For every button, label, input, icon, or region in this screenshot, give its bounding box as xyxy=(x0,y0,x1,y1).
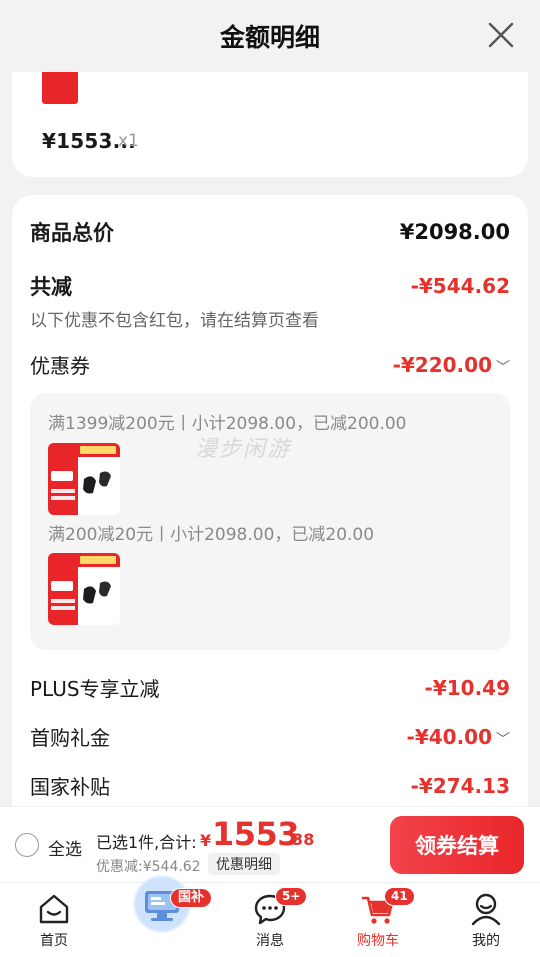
home-icon xyxy=(39,894,69,924)
coupon-product-thumbnail[interactable] xyxy=(48,553,120,625)
tab-cart[interactable]: 41 购物车 xyxy=(338,883,418,957)
total-reduce-value: -¥544.62 xyxy=(410,274,510,298)
discount-label: 国家补贴 xyxy=(30,775,110,799)
page-title: 金额明细 xyxy=(219,23,320,52)
total-reduce-row: 共减 -¥544.62 xyxy=(30,271,510,301)
total-price-row: 商品总价 ¥2098.00 xyxy=(30,217,510,247)
chevron-down-icon[interactable]: ﹀ xyxy=(496,732,510,748)
discount-row-subsidy: 国家补贴 -¥274.13 xyxy=(30,771,510,800)
tab-home[interactable]: 首页 xyxy=(14,883,94,957)
product-quantity: x1 xyxy=(118,131,139,151)
discount-label: PLUS专享立减 xyxy=(30,677,160,701)
coupon-amount: -¥220.00 xyxy=(392,352,492,377)
total-price-value: ¥2098.00 xyxy=(399,220,510,244)
sheet-header: 金额明细 xyxy=(0,0,540,72)
tab-label: 消息 xyxy=(256,933,284,949)
message-badge: 5+ xyxy=(275,887,308,906)
subsidy-badge: 国补 xyxy=(170,888,213,908)
coupon-value: -¥220.00 ﹀ xyxy=(393,353,510,377)
coupon-product-thumbnail[interactable] xyxy=(48,443,120,515)
discount-value: -¥10.49 xyxy=(424,675,510,700)
discount-value: -¥40.00 ﹀ xyxy=(407,725,510,749)
discount-row-plus: PLUS专享立减 -¥10.49 xyxy=(30,673,510,702)
discount-summary: 优惠减:¥544.62 xyxy=(96,859,201,875)
discount-row-first-purchase[interactable]: 首购礼金 -¥40.00 ﹀ xyxy=(30,722,510,751)
discount-note: 以下优惠不包含红包，请在结算页查看 xyxy=(30,311,319,331)
checkout-bar: 全选 已选1件,合计: ¥ 1553 .38 优惠减:¥544.62 优惠明细 … xyxy=(0,806,540,882)
tab-profile[interactable]: 我的 xyxy=(446,883,526,957)
tab-messages[interactable]: 5+ 消息 xyxy=(230,883,310,957)
selected-summary: 已选1件,合计: xyxy=(96,833,197,852)
price-detail-card: 商品总价 ¥2098.00 共减 -¥544.62 以下优惠不包含红包，请在结算… xyxy=(12,195,528,835)
tab-label: 我的 xyxy=(472,933,500,949)
select-all-checkbox[interactable] xyxy=(15,833,39,857)
total-reduce-label: 共减 xyxy=(30,275,72,299)
cart-badge: 41 xyxy=(384,887,415,906)
tab-label: 购物车 xyxy=(357,933,399,949)
total-currency: ¥ xyxy=(200,831,212,850)
tab-label: 首页 xyxy=(40,933,68,949)
coupon-label: 优惠券 xyxy=(30,354,90,378)
discount-detail-button[interactable]: 优惠明细 xyxy=(208,853,280,875)
checkout-button[interactable]: 领券结算 xyxy=(390,816,524,874)
coupon-row[interactable]: 优惠券 -¥220.00 ﹀ xyxy=(30,350,510,379)
total-amount-decimal: .38 xyxy=(286,830,315,849)
product-thumbnail[interactable] xyxy=(42,72,116,104)
select-all-label[interactable]: 全选 xyxy=(48,835,82,860)
discount-label: 首购礼金 xyxy=(30,726,110,750)
coupon-detail-box: 满1399减200元丨小计2098.00，已减200.00 漫步闲游 满200减… xyxy=(30,393,510,650)
discount-amount: -¥40.00 xyxy=(406,724,492,749)
coupon-line-2: 满200减20元丨小计2098.00，已减20.00 xyxy=(48,525,375,545)
product-card[interactable]: ¥1553... x1 xyxy=(12,72,528,177)
watermark: 漫步闲游 xyxy=(195,437,292,462)
close-icon xyxy=(488,22,514,48)
chevron-down-icon[interactable]: ﹀ xyxy=(496,360,510,376)
profile-icon xyxy=(471,893,501,926)
close-button[interactable] xyxy=(486,20,516,50)
total-price-label: 商品总价 xyxy=(30,221,114,245)
bottom-tab-bar: 首页 国补 5+ 消息 41 购物车 我的 xyxy=(0,877,540,957)
discount-value: -¥274.13 xyxy=(410,773,510,798)
